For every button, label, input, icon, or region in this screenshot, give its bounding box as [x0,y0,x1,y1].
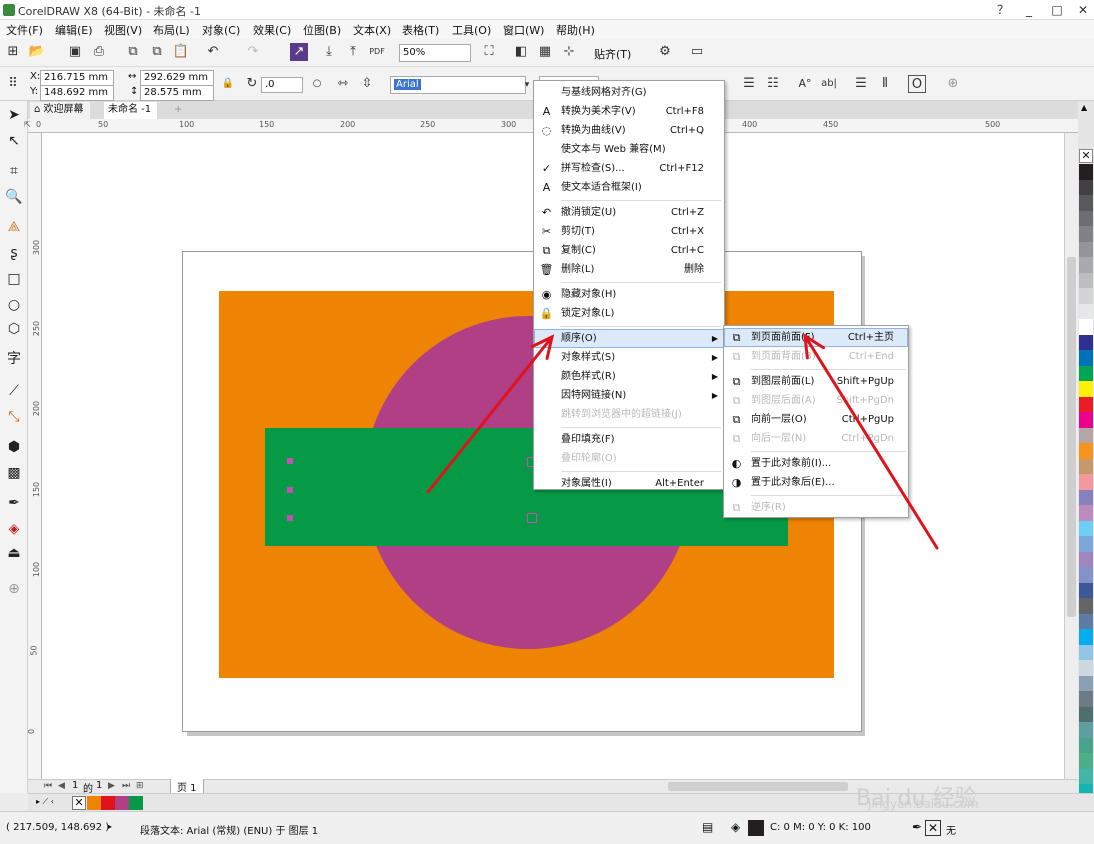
red-arrow-shaft [803,334,939,550]
red-arrow-shaft [426,335,554,494]
annotation-arrows [426,333,939,550]
red-arrow-head [803,333,826,360]
